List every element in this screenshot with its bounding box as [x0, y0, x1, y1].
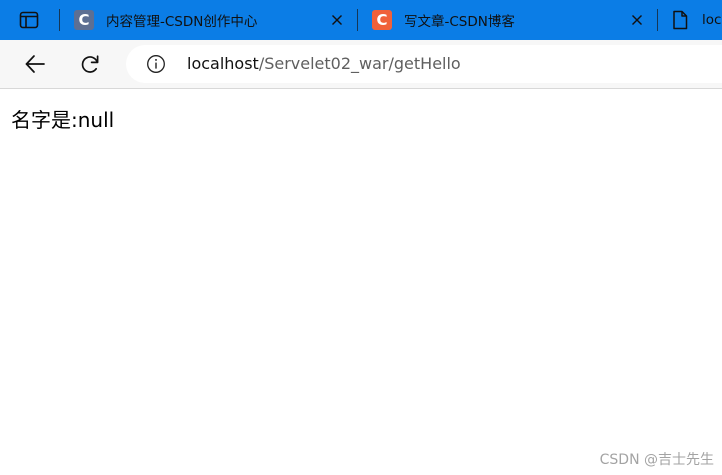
address-bar[interactable]: localhost/Servelet02_war/getHello	[126, 45, 722, 83]
arrow-left-icon	[25, 55, 45, 73]
browser-toolbar: localhost/Servelet02_war/getHello	[0, 40, 722, 89]
close-icon	[632, 15, 642, 25]
url-path: /Servelet02_war/getHello	[258, 54, 461, 73]
tab-csdn-write[interactable]: C 写文章-CSDN博客	[372, 0, 652, 40]
reload-button[interactable]	[75, 49, 105, 79]
url-host: localhost	[187, 54, 259, 73]
tab-close-button[interactable]	[628, 11, 646, 29]
tab-actions-button[interactable]	[12, 6, 46, 34]
tab-separator	[657, 9, 658, 31]
tab-title: loc	[702, 12, 722, 28]
csdn-watermark: CSDN @吉士先生	[599, 452, 714, 468]
csdn-favicon-icon: C	[74, 10, 94, 30]
url-text[interactable]: localhost/Servelet02_war/getHello	[187, 54, 461, 74]
info-icon[interactable]	[146, 54, 166, 74]
response-text: 名字是:null	[11, 108, 115, 132]
browser-window: C 内容管理-CSDN创作中心 C 写文章-CSDN博客 loc localho…	[0, 0, 722, 475]
page-icon	[673, 10, 688, 30]
page-content: 名字是:null CSDN @吉士先生	[0, 89, 722, 475]
tab-csdn-content[interactable]: C 内容管理-CSDN创作中心	[74, 0, 354, 40]
close-icon	[332, 15, 342, 25]
tab-close-button[interactable]	[328, 11, 346, 29]
reload-icon	[81, 55, 99, 73]
csdn-favicon-icon: C	[372, 10, 392, 30]
tab-title: 内容管理-CSDN创作中心	[106, 14, 258, 30]
sidebar-icon	[19, 11, 39, 29]
tab-title: 写文章-CSDN博客	[404, 14, 515, 30]
back-button[interactable]	[20, 49, 50, 79]
tab-strip: C 内容管理-CSDN创作中心 C 写文章-CSDN博客 loc	[0, 0, 722, 40]
tab-localhost[interactable]: loc	[672, 0, 722, 40]
tab-separator	[59, 9, 60, 31]
tab-separator	[357, 9, 358, 31]
